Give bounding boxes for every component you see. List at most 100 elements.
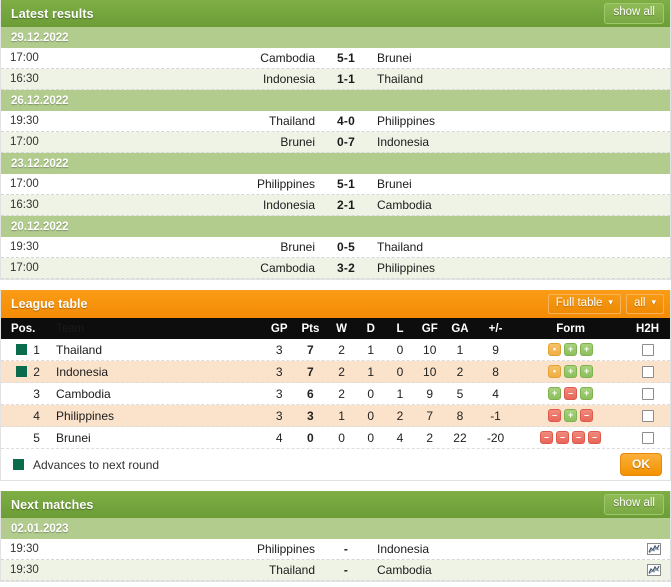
match-away-team[interactable]: Brunei bbox=[377, 177, 638, 191]
match-away-team[interactable]: Indonesia bbox=[377, 542, 638, 556]
match-time: 17:00 bbox=[10, 136, 39, 148]
form-win-icon[interactable]: + bbox=[580, 343, 594, 356]
team-draws: 1 bbox=[367, 342, 375, 357]
team-name[interactable]: Thailand bbox=[46, 343, 265, 357]
match-row[interactable]: 17:00 Cambodia 5-1 Brunei bbox=[1, 48, 670, 69]
next-matches-show-all-button[interactable]: show all bbox=[604, 494, 664, 515]
team-wins: 2 bbox=[338, 364, 345, 379]
match-home-team[interactable]: Cambodia bbox=[35, 51, 315, 65]
match-home-team[interactable]: Thailand bbox=[35, 114, 315, 128]
form-loss-icon[interactable]: – bbox=[588, 431, 602, 444]
form-win-icon[interactable]: + bbox=[580, 387, 594, 400]
column-header-l: L bbox=[396, 322, 404, 335]
match-row[interactable]: 17:00 Brunei 0-7 Indonesia bbox=[1, 132, 670, 153]
column-header-gf: GF bbox=[421, 322, 438, 335]
team-goals-against: 2 bbox=[456, 364, 464, 379]
match-away-team[interactable]: Cambodia bbox=[377, 198, 638, 212]
match-row[interactable]: 19:30 Philippines - Indonesia bbox=[1, 539, 670, 560]
league-table-panel: League table Full table ▾ all ▾ Pos. Tea… bbox=[0, 290, 671, 481]
match-icon-cell bbox=[638, 564, 670, 576]
stats-chart-icon[interactable] bbox=[647, 543, 661, 555]
match-home-team[interactable]: Thailand bbox=[35, 563, 315, 577]
full-table-select[interactable]: Full table ▾ bbox=[547, 293, 621, 315]
match-row[interactable]: 16:30 Indonesia 1-1 Thailand bbox=[1, 69, 670, 90]
advance-marker-icon bbox=[16, 344, 28, 355]
table-row[interactable]: 5 Brunei 4 0 0 0 4 2 22 -20– – – – bbox=[1, 427, 670, 449]
form-win-icon[interactable]: + bbox=[548, 387, 562, 400]
form-win-icon[interactable]: + bbox=[564, 343, 578, 356]
latest-results-panel: Latest results show all 29.12.2022 17:00 C… bbox=[0, 0, 671, 280]
match-away-team[interactable]: Thailand bbox=[377, 72, 638, 86]
match-time: 16:30 bbox=[10, 199, 39, 211]
h2h-checkbox[interactable] bbox=[641, 343, 654, 356]
team-wins: 2 bbox=[338, 386, 345, 401]
team-games-played: 3 bbox=[275, 408, 283, 423]
team-position: 4 bbox=[33, 408, 40, 423]
h2h-checkbox[interactable] bbox=[641, 431, 654, 444]
column-header-h2h: H2H bbox=[636, 322, 660, 335]
team-name[interactable]: Philippines bbox=[46, 409, 265, 423]
advance-marker-icon bbox=[13, 459, 24, 470]
match-row[interactable]: 17:00 Cambodia 3-2 Philippines bbox=[1, 258, 670, 279]
team-games-played: 3 bbox=[275, 342, 283, 357]
match-away-team[interactable]: Thailand bbox=[377, 240, 638, 254]
form-loss-icon[interactable]: – bbox=[540, 431, 554, 444]
form-draw-icon[interactable]: • bbox=[548, 365, 562, 378]
match-home-team[interactable]: Philippines bbox=[35, 542, 315, 556]
team-position: 1 bbox=[33, 342, 40, 357]
match-row[interactable]: 17:00 Philippines 5-1 Brunei bbox=[1, 174, 670, 195]
form-win-icon[interactable]: + bbox=[580, 365, 594, 378]
team-points: 7 bbox=[307, 342, 314, 357]
match-home-team[interactable]: Brunei bbox=[35, 135, 315, 149]
team-losses: 0 bbox=[396, 364, 404, 379]
team-position-cell: 1 bbox=[1, 343, 46, 357]
latest-results-show-all-button[interactable]: show all bbox=[604, 3, 664, 24]
team-name[interactable]: Brunei bbox=[46, 431, 265, 445]
h2h-checkbox[interactable] bbox=[641, 387, 654, 400]
team-goal-difference: 8 bbox=[492, 364, 499, 379]
section-gap-2 bbox=[0, 481, 671, 491]
match-row[interactable]: 19:30 Brunei 0-5 Thailand bbox=[1, 237, 670, 258]
team-name[interactable]: Cambodia bbox=[46, 387, 265, 401]
table-row[interactable]: 1 Thailand 3 7 2 1 0 10 1 9 • + + bbox=[1, 339, 670, 361]
match-away-team[interactable]: Brunei bbox=[377, 51, 638, 65]
form-loss-icon[interactable]: – bbox=[580, 409, 594, 422]
h2h-checkbox[interactable] bbox=[641, 365, 654, 378]
match-score: 1-1 bbox=[337, 72, 355, 86]
form-glyph: • bbox=[553, 344, 557, 354]
form-glyph: + bbox=[583, 388, 590, 398]
form-glyph: + bbox=[567, 344, 574, 354]
match-home-team[interactable]: Philippines bbox=[35, 177, 315, 191]
match-row[interactable]: 19:30 Thailand 4-0 Philippines bbox=[1, 111, 670, 132]
table-row[interactable]: 2 Indonesia 3 7 2 1 0 10 2 8 • + + bbox=[1, 361, 670, 383]
stats-chart-icon[interactable] bbox=[647, 564, 661, 576]
team-goal-difference: 4 bbox=[492, 386, 499, 401]
match-away-team[interactable]: Indonesia bbox=[377, 135, 638, 149]
ok-button[interactable]: OK bbox=[620, 453, 662, 476]
league-table-footer: Advances to next round OK bbox=[1, 449, 670, 480]
form-draw-icon[interactable]: • bbox=[548, 343, 562, 356]
match-row[interactable]: 19:30 Thailand - Cambodia bbox=[1, 560, 670, 581]
team-draws: 0 bbox=[367, 408, 375, 423]
table-row[interactable]: 4 Philippines 3 3 1 0 2 7 8 -1 – + – bbox=[1, 405, 670, 427]
match-row[interactable]: 16:30 Indonesia 2-1 Cambodia bbox=[1, 195, 670, 216]
form-loss-icon[interactable]: – bbox=[564, 387, 578, 400]
match-away-team[interactable]: Philippines bbox=[377, 261, 638, 275]
form-win-icon[interactable]: + bbox=[564, 365, 578, 378]
form-win-icon[interactable]: + bbox=[564, 409, 578, 422]
table-row[interactable]: 3 Cambodia 3 6 2 0 1 9 5 4 + – + bbox=[1, 383, 670, 405]
h2h-checkbox[interactable] bbox=[641, 409, 654, 422]
team-name[interactable]: Indonesia bbox=[46, 365, 265, 379]
match-home-team[interactable]: Indonesia bbox=[35, 198, 315, 212]
match-away-team[interactable]: Philippines bbox=[377, 114, 638, 128]
form-loss-icon[interactable]: – bbox=[556, 431, 570, 444]
match-time: 17:00 bbox=[10, 262, 39, 274]
form-loss-icon[interactable]: – bbox=[572, 431, 586, 444]
match-home-team[interactable]: Brunei bbox=[35, 240, 315, 254]
round-filter-select[interactable]: all ▾ bbox=[625, 293, 664, 315]
match-home-team[interactable]: Indonesia bbox=[35, 72, 315, 86]
match-home-team[interactable]: Cambodia bbox=[35, 261, 315, 275]
form-loss-icon[interactable]: – bbox=[548, 409, 562, 422]
match-score: 5-1 bbox=[337, 177, 355, 191]
match-away-team[interactable]: Cambodia bbox=[377, 563, 638, 577]
